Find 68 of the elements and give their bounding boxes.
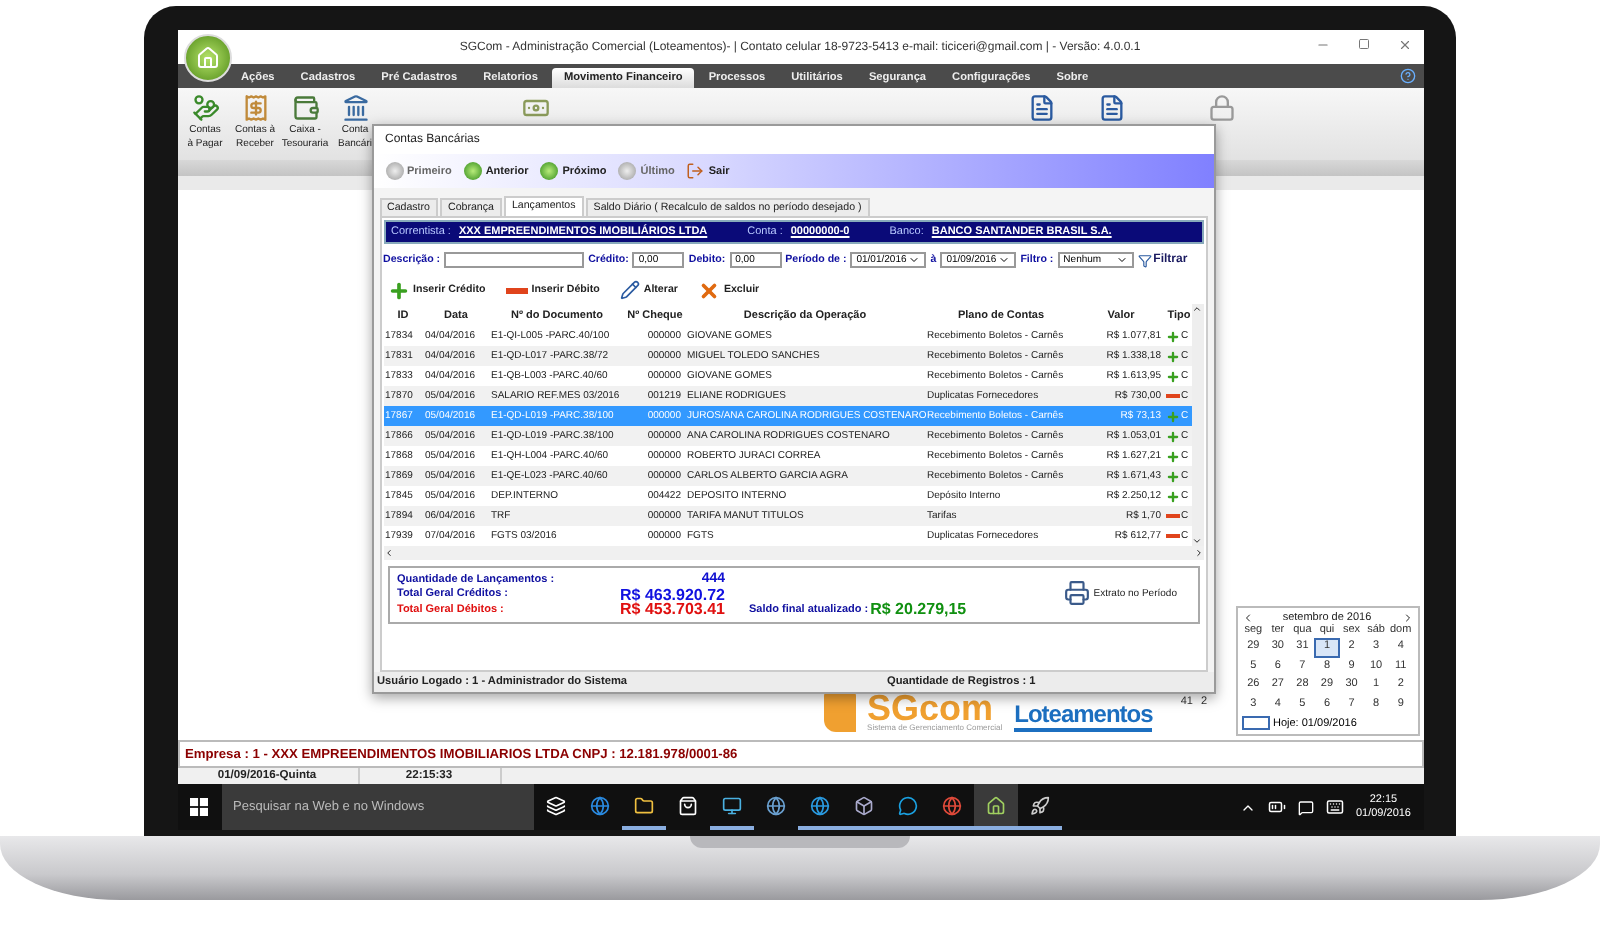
minus-icon	[1165, 514, 1179, 518]
plus-icon	[1165, 369, 1179, 383]
plus-icon	[1165, 469, 1179, 483]
minus-icon	[1165, 534, 1179, 538]
input-field[interactable]	[444, 252, 585, 268]
printer-icon	[1063, 580, 1090, 606]
browser-icon	[809, 795, 829, 815]
balance-value: R$ 20.279,15	[870, 600, 967, 619]
scroll-up-icon[interactable]	[1192, 304, 1202, 314]
plus-icon	[1165, 409, 1179, 423]
scroll-right-icon[interactable]	[1193, 548, 1203, 558]
close-icon[interactable]	[1397, 38, 1411, 52]
help-icon[interactable]	[1399, 68, 1415, 84]
cube-icon	[853, 795, 873, 815]
task-view-icon	[545, 795, 565, 815]
filter-icon	[1137, 253, 1152, 267]
app-logo-icon[interactable]	[183, 34, 231, 82]
house-icon	[195, 46, 219, 70]
document-icon[interactable]	[1097, 94, 1125, 122]
keyboard-icon[interactable]	[1325, 798, 1344, 816]
scroll-down-icon[interactable]	[1192, 536, 1202, 546]
dropdown-icon	[1115, 254, 1128, 266]
plus-icon	[1165, 489, 1179, 503]
wallet-icon	[291, 94, 319, 122]
monitor-icon	[721, 795, 741, 815]
rocket-icon	[1029, 795, 1049, 815]
orb-icon	[463, 162, 482, 180]
logo-mark-icon	[823, 692, 856, 732]
scroll-left-icon[interactable]	[383, 548, 393, 558]
previous-month-icon[interactable]	[1241, 611, 1253, 623]
browser-icon	[589, 795, 609, 815]
pencil-icon	[619, 280, 640, 300]
exit-icon	[686, 162, 705, 180]
debits-value: R$ 453.703.41	[618, 600, 725, 619]
receipt-icon	[241, 94, 269, 122]
chat-icon	[897, 795, 917, 815]
plus-icon	[387, 279, 409, 301]
logo-name: SGcom	[867, 694, 994, 722]
windows-start-icon[interactable]	[190, 798, 208, 816]
minus-icon	[1165, 394, 1179, 398]
dropdown-icon	[998, 254, 1011, 266]
plus-icon	[1165, 329, 1179, 343]
folder-icon	[633, 795, 653, 815]
document-icon[interactable]	[1027, 94, 1055, 122]
credits-value: R$ 463.920.72	[618, 585, 725, 604]
banknote-icon[interactable]	[521, 94, 549, 122]
taskbar-button[interactable]	[973, 784, 1017, 830]
lock-icon[interactable]	[1207, 94, 1235, 122]
battery-icon[interactable]	[1267, 798, 1286, 816]
plus-icon	[1165, 429, 1179, 443]
orb-icon	[540, 162, 559, 180]
plus-icon	[1165, 349, 1179, 363]
minus-icon	[505, 287, 528, 293]
next-month-icon[interactable]	[1401, 611, 1413, 623]
bag-icon	[677, 795, 697, 815]
today-marker-icon	[1241, 716, 1269, 730]
coins-hand-icon	[191, 94, 219, 122]
orb-icon	[618, 162, 637, 180]
plus-icon	[1165, 449, 1179, 463]
product-name: Loteamentos	[1014, 700, 1153, 732]
bank-icon	[341, 94, 369, 122]
restore-icon[interactable]	[1357, 38, 1369, 50]
globe-icon	[765, 795, 785, 815]
message-icon[interactable]	[1297, 799, 1314, 815]
cross-icon	[697, 279, 720, 301]
horizontal-scrollbar[interactable]	[383, 546, 1203, 560]
orb-icon	[385, 162, 403, 180]
dropdown-icon	[908, 254, 921, 266]
